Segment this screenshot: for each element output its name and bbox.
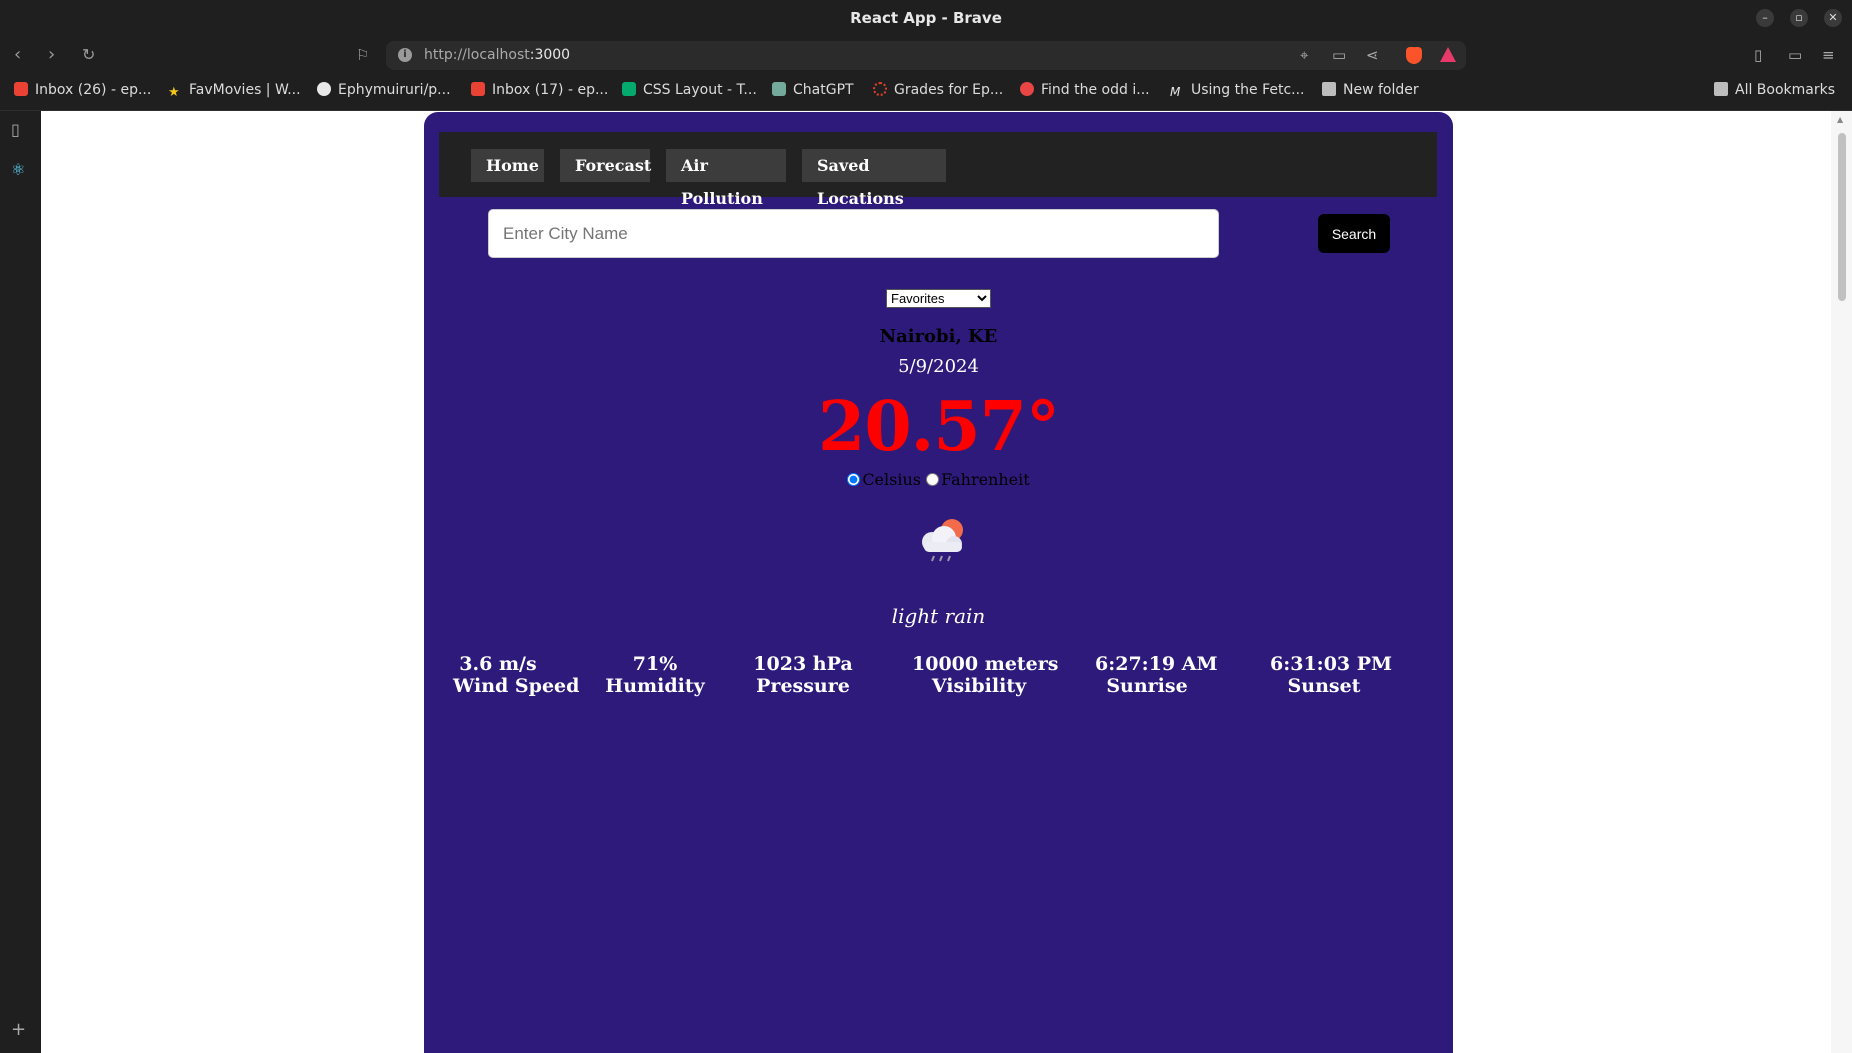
nav-saved-locations[interactable]: Saved Locations bbox=[802, 149, 946, 208]
stat-label: Sunset bbox=[1287, 675, 1361, 697]
rain-cloud-sun-icon bbox=[922, 519, 963, 562]
stat-label: Humidity bbox=[605, 675, 705, 697]
bookmark-item[interactable]: CSS Layout - T... bbox=[622, 82, 757, 98]
close-icon[interactable]: ✕ bbox=[1824, 9, 1842, 27]
nav-home[interactable]: Home bbox=[471, 149, 544, 182]
star-icon: ★ bbox=[168, 85, 180, 100]
title-bar: React App - Brave – ▫ ✕ bbox=[0, 0, 1852, 37]
all-bookmarks[interactable]: All Bookmarks bbox=[1714, 82, 1835, 98]
brave-rewards-icon[interactable] bbox=[1440, 47, 1456, 62]
sidebar-toggle-icon[interactable]: ▯ bbox=[1754, 47, 1762, 63]
bookmark-item[interactable]: ★ FavMovies | W... bbox=[168, 82, 301, 100]
stat-value: 10000 meters bbox=[912, 653, 1059, 675]
scrollbar-thumb[interactable] bbox=[1838, 133, 1846, 301]
back-icon[interactable]: ‹ bbox=[14, 45, 21, 65]
weather-description: light rain bbox=[891, 604, 986, 628]
fahrenheit-radio[interactable] bbox=[926, 473, 940, 486]
browser-toolbar: ‹ › ↻ ⚐ i http://localhost:3000 ⌖ ▭ ⋖ ▯ … bbox=[0, 37, 1852, 74]
stat-value: 1023 hPa bbox=[753, 653, 853, 675]
bookmark-item[interactable]: Ephymuiruri/p... bbox=[317, 82, 451, 98]
app-navbar: Home Forecast Air Pollution Saved Locati… bbox=[439, 132, 1437, 208]
bookmark-item[interactable]: Grades for Ep... bbox=[873, 82, 1003, 98]
minimize-icon[interactable]: – bbox=[1756, 9, 1774, 27]
favorites-select[interactable]: Favorites bbox=[886, 289, 991, 308]
wallet-icon[interactable]: ▭ bbox=[1788, 47, 1802, 63]
gmail-icon bbox=[471, 82, 485, 96]
add-icon[interactable]: + bbox=[11, 1019, 26, 1040]
folder-icon bbox=[1322, 82, 1336, 96]
bookmark-icon[interactable]: ⚐ bbox=[356, 45, 369, 65]
city-search-input[interactable] bbox=[488, 209, 1219, 258]
browser-sidebar: ▯ ⚛ + bbox=[0, 111, 41, 1053]
scroll-up-icon[interactable]: ▲ bbox=[1837, 115, 1843, 124]
bookmark-item[interactable]: Find the odd i... bbox=[1020, 82, 1150, 98]
hexagon-icon bbox=[1020, 82, 1034, 96]
fahrenheit-label: Fahrenheit bbox=[941, 470, 1030, 489]
folder-icon bbox=[1714, 82, 1728, 96]
stat-label: Visibility bbox=[931, 675, 1027, 697]
sidebar-panel-icon[interactable]: ▯ bbox=[11, 120, 20, 139]
bookmark-item[interactable]: Inbox (26) - ep... bbox=[14, 82, 151, 98]
chatgpt-icon bbox=[772, 82, 786, 96]
unit-toggle: Celsius Fahrenheit bbox=[424, 470, 1453, 489]
location-icon[interactable]: ⌖ bbox=[1300, 47, 1308, 63]
stat-label: Wind Speed bbox=[453, 675, 580, 697]
celsius-radio[interactable] bbox=[847, 473, 861, 486]
window-title: React App - Brave bbox=[850, 9, 1002, 27]
address-bar[interactable]: i http://localhost:3000 ⌖ ▭ ⋖ bbox=[386, 41, 1466, 70]
search-button[interactable]: Search bbox=[1318, 214, 1390, 253]
celsius-label: Celsius bbox=[862, 470, 921, 489]
temperature: 20.57° bbox=[818, 387, 1060, 467]
stat-value: 6:31:03 PM bbox=[1270, 653, 1393, 675]
bookmark-item[interactable]: New folder bbox=[1322, 82, 1419, 98]
stat-humidity: 71% Humidity bbox=[605, 653, 705, 697]
stat-pressure: 1023 hPa Pressure bbox=[751, 653, 855, 697]
weather-date: 5/9/2024 bbox=[898, 356, 979, 377]
forward-icon[interactable]: › bbox=[48, 45, 55, 65]
canvas-icon bbox=[873, 82, 887, 96]
nav-air-pollution[interactable]: Air Pollution bbox=[666, 149, 786, 208]
maximize-icon[interactable]: ▫ bbox=[1790, 9, 1808, 27]
stat-sunrise: 6:27:19 AM Sunrise bbox=[1095, 653, 1218, 697]
mdn-icon: M bbox=[1170, 85, 1181, 99]
stat-wind-speed: 3.6 m/s Wind Speed bbox=[453, 653, 580, 697]
stat-value: 6:27:19 AM bbox=[1095, 653, 1218, 675]
nav-forecast[interactable]: Forecast bbox=[560, 149, 651, 182]
gmail-icon bbox=[14, 82, 28, 96]
bookmarks-bar: Inbox (26) - ep... ★ FavMovies | W... Eph… bbox=[0, 74, 1852, 111]
reload-icon[interactable]: ↻ bbox=[82, 45, 95, 65]
url-text[interactable]: http://localhost:3000 bbox=[424, 47, 570, 63]
cast-icon[interactable]: ▭ bbox=[1332, 47, 1346, 63]
menu-icon[interactable]: ≡ bbox=[1822, 47, 1835, 63]
stat-sunset: 6:31:03 PM Sunset bbox=[1270, 653, 1393, 697]
bookmark-item[interactable]: M Using the Fetc... bbox=[1170, 82, 1305, 99]
share-icon[interactable]: ⋖ bbox=[1366, 47, 1379, 63]
brave-shields-icon[interactable] bbox=[1406, 47, 1422, 64]
react-devtools-icon[interactable]: ⚛ bbox=[11, 160, 25, 179]
site-info-icon[interactable]: i bbox=[398, 48, 412, 62]
stat-label: Sunrise bbox=[1106, 675, 1188, 697]
bookmark-item[interactable]: ChatGPT bbox=[772, 82, 854, 98]
stat-value: 3.6 m/s bbox=[459, 653, 537, 675]
weather-app: Home Forecast Air Pollution Saved Locati… bbox=[424, 112, 1453, 1053]
bookmark-item[interactable]: Inbox (17) - ep... bbox=[471, 82, 608, 98]
w3-icon bbox=[622, 82, 636, 96]
stat-label: Pressure bbox=[756, 675, 850, 697]
stat-value: 71% bbox=[632, 653, 678, 675]
page-scrollbar[interactable]: ▲ bbox=[1831, 111, 1852, 1053]
city-name: Nairobi, KE bbox=[879, 326, 998, 347]
stat-visibility: 10000 meters Visibility bbox=[912, 653, 1059, 697]
github-icon bbox=[317, 82, 331, 96]
